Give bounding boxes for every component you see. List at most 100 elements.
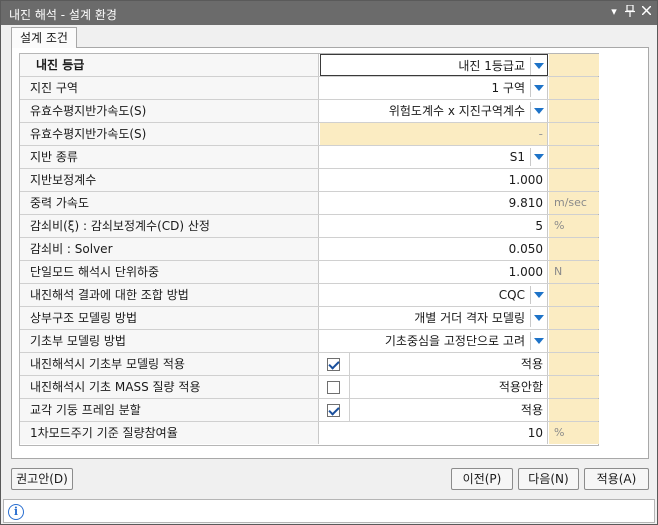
info-icon: i <box>8 504 24 520</box>
design-environment-window: 내진 해석 - 설계 환경 ▾ 설계 조건 내진 등급 내진 1등급교지진 구역 1… <box>0 0 658 525</box>
value-text: 위험도계수 x 지진구역계수 <box>388 104 525 118</box>
status-bar: i <box>3 499 655 523</box>
value-field[interactable]: 1.000 <box>320 261 548 283</box>
value-text: 1.000 <box>508 265 543 279</box>
value-dropdown[interactable]: 개별 거더 격자 모델링 <box>320 307 548 329</box>
value-field[interactable]: 1.000 <box>320 169 548 191</box>
unit-cell <box>549 353 599 375</box>
grid-row: 1차모드주기 기준 질량참여율 10% <box>20 422 599 445</box>
dropdown-arrow-icon[interactable] <box>530 332 546 350</box>
value-text: 1 구역 <box>491 81 525 95</box>
row-label: 내진해석 결과에 대한 조합 방법 <box>20 284 319 306</box>
grid-row: 중력 가속도 9.810 m/sec <box>20 192 599 215</box>
grid-row: 내진해석 결과에 대한 조합 방법 CQC <box>20 284 599 307</box>
unit-cell <box>549 100 599 122</box>
tab-design-conditions[interactable]: 설계 조건 <box>11 27 77 48</box>
unit-cell <box>549 307 599 329</box>
checkbox[interactable] <box>327 404 340 417</box>
value-text: 내진 1등급교 <box>458 59 525 73</box>
value-text: 적용 <box>520 403 543 417</box>
design-conditions-panel: 내진 등급 내진 1등급교지진 구역 1 구역유효수평지반가속도(S) 위험도계수 x… <box>11 47 649 459</box>
unit-cell <box>549 146 599 168</box>
row-label: 중력 가속도 <box>20 192 319 214</box>
value-text: CQC <box>498 288 525 302</box>
row-label: 유효수평지반가속도(S) <box>20 100 319 122</box>
unit-cell <box>549 123 599 145</box>
grid-row: 내진해석시 기초부 모델링 적용 적용 <box>20 353 599 376</box>
unit-cell <box>549 284 599 306</box>
checkbox-cell[interactable] <box>320 353 350 375</box>
row-label: 1차모드주기 기준 질량참여율 <box>20 422 319 444</box>
value-text: 개별 거더 격자 모델링 <box>414 311 525 325</box>
value-checkbox-cell[interactable]: 적용 <box>320 353 548 375</box>
prev-button[interactable]: 이전(P) <box>451 468 513 490</box>
unit-cell <box>549 77 599 99</box>
unit-cell <box>549 238 599 260</box>
unit-cell: m/sec <box>549 192 599 214</box>
grid-row: 감쇠비(ξ) : 감쇠보정계수(CD) 산정 5% <box>20 215 599 238</box>
value-field: - <box>320 123 548 145</box>
row-label: 내진해석시 기초 MASS 질량 적용 <box>20 376 319 398</box>
grid-row: 지반보정계수 1.000 <box>20 169 599 192</box>
grid-row: 내진 등급 내진 1등급교 <box>20 54 599 77</box>
unit-cell <box>549 330 599 352</box>
value-field[interactable]: 5 <box>320 215 548 237</box>
dropdown-arrow-icon[interactable] <box>530 102 546 120</box>
value-text: 0.050 <box>508 242 543 256</box>
row-label: 교각 기둥 프레임 분할 <box>20 399 319 421</box>
dropdown-arrow-icon[interactable] <box>530 286 546 304</box>
apply-button[interactable]: 적용(A) <box>584 468 649 490</box>
row-label: 지반보정계수 <box>20 169 319 191</box>
unit-cell <box>549 169 599 191</box>
recommend-button[interactable]: 권고안(D) <box>11 468 73 490</box>
value-text: 9.810 <box>508 196 543 210</box>
value-field[interactable]: 9.810 <box>320 192 548 214</box>
value-text: - <box>538 127 543 141</box>
value-dropdown[interactable]: 위험도계수 x 지진구역계수 <box>320 100 548 122</box>
grid-row: 감쇠비 : Solver 0.050 <box>20 238 599 261</box>
grid-row: 지반 종류 S1 <box>20 146 599 169</box>
dropdown-arrow-icon[interactable] <box>530 148 546 166</box>
checkbox-cell[interactable] <box>320 399 350 421</box>
value-dropdown[interactable]: S1 <box>320 146 548 168</box>
unit-cell <box>549 54 599 76</box>
value-dropdown[interactable]: 내진 1등급교 <box>320 54 548 76</box>
row-label: 감쇠비(ξ) : 감쇠보정계수(CD) 산정 <box>20 215 319 237</box>
title-bar[interactable]: 내진 해석 - 설계 환경 ▾ <box>1 1 657 25</box>
value-checkbox-cell[interactable]: 적용 <box>320 399 548 421</box>
row-label: 기초부 모델링 방법 <box>20 330 319 352</box>
row-label: 지진 구역 <box>20 77 319 99</box>
property-grid: 내진 등급 내진 1등급교지진 구역 1 구역유효수평지반가속도(S) 위험도계수 x… <box>19 53 599 446</box>
unit-cell: N <box>549 261 599 283</box>
next-button[interactable]: 다음(N) <box>518 468 579 490</box>
checkbox-cell[interactable] <box>320 376 350 398</box>
dropdown-arrow-icon[interactable] <box>530 79 546 97</box>
row-label: 단일모드 해석시 단위하중 <box>20 261 319 283</box>
value-field[interactable]: 10 <box>320 422 548 444</box>
row-label: 내진해석시 기초부 모델링 적용 <box>20 353 319 375</box>
dropdown-arrow-icon[interactable] <box>530 57 546 75</box>
value-text: 1.000 <box>508 173 543 187</box>
value-text: 5 <box>535 219 543 233</box>
grid-row: 상부구조 모델링 방법 개별 거더 격자 모델링 <box>20 307 599 330</box>
checkbox[interactable] <box>327 381 340 394</box>
grid-row: 기초부 모델링 방법 기초중심을 고정단으로 고려 <box>20 330 599 353</box>
value-dropdown[interactable]: 1 구역 <box>320 77 548 99</box>
value-dropdown[interactable]: 기초중심을 고정단으로 고려 <box>320 330 548 352</box>
unit-cell <box>549 376 599 398</box>
unit-cell <box>549 399 599 421</box>
value-text: 10 <box>527 426 543 440</box>
value-dropdown[interactable]: CQC <box>320 284 548 306</box>
value-checkbox-cell[interactable]: 적용안함 <box>320 376 548 398</box>
pin-icon[interactable] <box>623 4 637 19</box>
row-label: 내진 등급 <box>20 54 319 76</box>
checkbox[interactable] <box>327 358 340 371</box>
value-text: 적용 <box>520 357 543 371</box>
close-icon[interactable] <box>639 5 653 19</box>
row-label: 지반 종류 <box>20 146 319 168</box>
dropdown-arrow-icon[interactable] <box>530 309 546 327</box>
value-field[interactable]: 0.050 <box>320 238 548 260</box>
window-menu-icon[interactable]: ▾ <box>607 5 621 19</box>
grid-row: 교각 기둥 프레임 분할 적용 <box>20 399 599 422</box>
row-label: 유효수평지반가속도(S) <box>20 123 319 145</box>
